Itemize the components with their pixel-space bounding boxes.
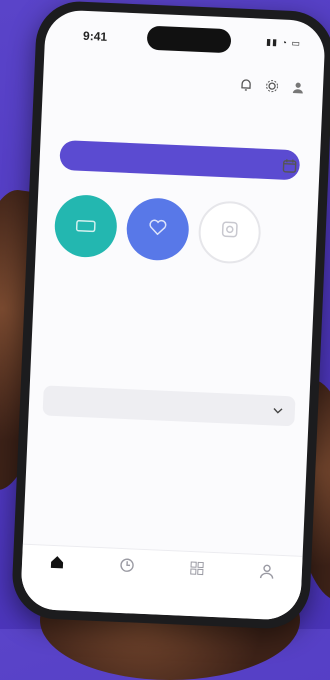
grid-icon: [189, 560, 206, 579]
status-icons: ▮▮ ◔ ▭: [265, 36, 302, 49]
calendar-icon[interactable]: [281, 158, 298, 180]
status-time: 9:41: [82, 28, 108, 44]
person-icon: [258, 563, 275, 582]
home-icon: [49, 554, 66, 573]
page-title: [66, 64, 302, 74]
gear-icon[interactable]: [263, 77, 282, 96]
phone-screen: 9:41 ▮▮ ◔ ▭: [20, 9, 326, 621]
avatar[interactable]: [289, 78, 308, 97]
header-actions: [237, 76, 308, 97]
shortcut-teal-icon: [75, 214, 96, 238]
dropdown-select[interactable]: [42, 385, 296, 427]
tab-fourth[interactable]: [236, 562, 297, 586]
phone-frame: 9:41 ▮▮ ◔ ▭: [10, 0, 330, 631]
bell-icon[interactable]: [237, 76, 256, 95]
shortcut-blue[interactable]: [125, 196, 191, 262]
tab-bar: [20, 543, 303, 621]
tab-third[interactable]: [166, 559, 227, 583]
clock-icon: [119, 557, 136, 576]
shortcut-add[interactable]: [197, 200, 262, 265]
app-header: [41, 49, 324, 133]
dynamic-island: [146, 25, 232, 54]
page-subtitle: [66, 67, 302, 77]
details-list: [50, 286, 294, 386]
tab-second[interactable]: [97, 556, 158, 580]
shortcuts-row: [53, 193, 317, 267]
chevron-down-icon: [273, 404, 284, 416]
plus-icon: [220, 220, 239, 245]
primary-action-button[interactable]: [59, 139, 301, 181]
tab-home[interactable]: [27, 553, 88, 577]
shortcut-teal[interactable]: [53, 193, 119, 259]
shortcut-blue-icon: [148, 217, 167, 241]
